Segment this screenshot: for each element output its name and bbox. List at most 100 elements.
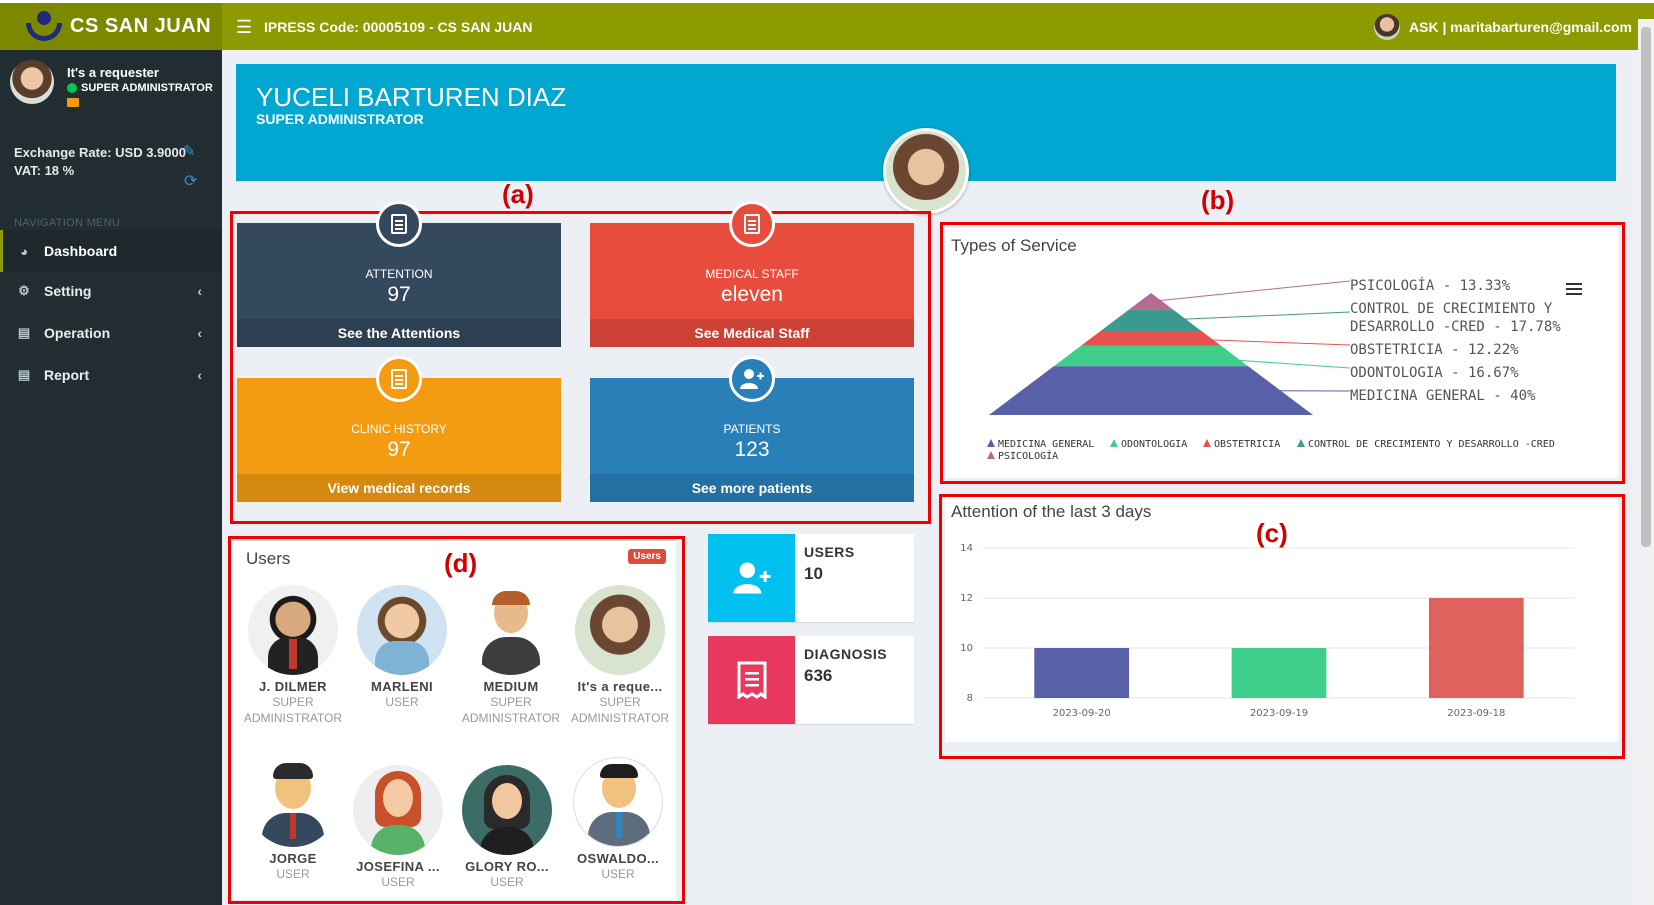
tile-patients: PATIENTS 123 See more patients bbox=[590, 356, 914, 502]
user-avatar bbox=[575, 585, 665, 675]
user-avatar bbox=[573, 757, 663, 847]
info-box-label: USERS bbox=[804, 544, 855, 560]
info-box-value: 636 bbox=[804, 666, 833, 685]
profile-avatar bbox=[883, 128, 969, 214]
tile-label: CLINIC HISTORY bbox=[351, 422, 447, 436]
edit-exchange-icon[interactable]: ✎ bbox=[183, 142, 199, 160]
annotation-label-a: (a) bbox=[502, 179, 534, 209]
see-more-patients-link[interactable]: See more patients bbox=[590, 474, 914, 502]
brand-name: CS SAN JUAN bbox=[70, 15, 212, 37]
nav-menu-header: NAVIGATION MENU bbox=[14, 217, 121, 229]
user-avatar bbox=[353, 765, 443, 855]
user-role: USER bbox=[385, 695, 419, 709]
user-name: JOSEFINA ... bbox=[356, 859, 440, 874]
top-navbar: CS SAN JUAN ☰ IPRESS Code: 00005109 - CS… bbox=[0, 0, 1654, 50]
tile-clinic-history: CLINIC HISTORY 97 View medical records bbox=[237, 356, 561, 502]
user-name: JORGE bbox=[269, 851, 317, 866]
user-name: It's a reque... bbox=[577, 679, 663, 694]
user-card[interactable]: GLORY RO... USER bbox=[452, 765, 562, 890]
chevron-left-icon: ‹ bbox=[197, 325, 202, 341]
user-role: SUPER ADMINISTRATOR bbox=[243, 695, 343, 725]
user-plus-icon bbox=[729, 356, 775, 402]
sidebar-item-dashboard[interactable]: ◕ Dashboard bbox=[0, 230, 222, 272]
tile-label: PATIENTS bbox=[723, 422, 781, 436]
page-scrollbar[interactable] bbox=[1638, 19, 1654, 905]
user-card[interactable]: It's a reque... SUPER ADMINISTRATOR bbox=[565, 585, 675, 726]
user-name: OSWALDO... bbox=[577, 851, 659, 866]
tile-label: MEDICAL STAFF bbox=[705, 267, 799, 281]
tile-value: eleven bbox=[721, 283, 783, 306]
tile-value: 97 bbox=[387, 283, 411, 306]
user-role: SUPER ADMINISTRATOR bbox=[461, 695, 561, 725]
sidebar-user-name: It's a requester bbox=[67, 65, 159, 80]
info-box-diagnosis[interactable]: DIAGNOSIS 636 bbox=[708, 636, 914, 724]
user-role: USER bbox=[381, 875, 415, 889]
receipt-icon bbox=[708, 636, 795, 724]
sidebar: It's a requester SUPER ADMINISTRATOR Exc… bbox=[0, 50, 222, 905]
exchange-rate: Exchange Rate: USD 3.9000 bbox=[14, 145, 186, 160]
tile-value: 123 bbox=[734, 438, 770, 461]
tile-attention: ATTENTION 97 See the Attentions bbox=[237, 201, 561, 347]
sidebar-item-operation[interactable]: ▤ Operation ‹ bbox=[0, 312, 222, 354]
sidebar-user-role: SUPER ADMINISTRATOR bbox=[67, 82, 213, 94]
sidebar-toggle-icon[interactable]: ☰ bbox=[236, 17, 252, 38]
vat-rate: VAT: 18 % bbox=[14, 163, 75, 178]
user-card[interactable]: MARLENI USER bbox=[347, 585, 457, 710]
role-badge-icon bbox=[67, 98, 79, 107]
sidebar-user-role-text: SUPER ADMINISTRATOR bbox=[81, 82, 213, 94]
user-avatar bbox=[466, 585, 556, 675]
tile-value: 97 bbox=[387, 438, 411, 461]
sidebar-user-panel: It's a requester SUPER ADMINISTRATOR bbox=[10, 60, 215, 115]
user-role: USER bbox=[490, 875, 524, 889]
user-name: GLORY RO... bbox=[465, 859, 549, 874]
sidebar-item-label: Operation bbox=[44, 325, 111, 341]
user-name: J. DILMER bbox=[259, 679, 327, 694]
profile-role: SUPER ADMINISTRATOR bbox=[256, 111, 424, 127]
user-avatar bbox=[248, 585, 338, 675]
brand-logo-icon bbox=[24, 8, 64, 46]
user-name: MEDIUM bbox=[483, 679, 539, 694]
sidebar-item-setting[interactable]: ⚙ Setting ‹ bbox=[0, 270, 222, 312]
tile-label: ATTENTION bbox=[365, 267, 433, 281]
briefcase-icon bbox=[729, 201, 775, 247]
user-card[interactable]: OSWALDO... USER bbox=[563, 757, 673, 882]
info-box-users[interactable]: USERS 10 bbox=[708, 534, 914, 622]
ipress-code: IPRESS Code: 00005109 - CS SAN JUAN bbox=[264, 19, 533, 35]
view-medical-records-link[interactable]: View medical records bbox=[237, 474, 561, 502]
sidebar-item-label: Report bbox=[44, 367, 90, 383]
user-menu[interactable]: ASK | maritabarturen@gmail.com bbox=[1374, 14, 1632, 40]
see-attentions-link[interactable]: See the Attentions bbox=[237, 319, 561, 347]
sidebar-item-label: Setting bbox=[44, 283, 92, 299]
scrollbar-thumb[interactable] bbox=[1641, 27, 1651, 547]
user-menu-label: ASK | maritabarturen@gmail.com bbox=[1409, 19, 1632, 35]
user-card[interactable]: JORGE USER bbox=[238, 757, 348, 882]
user-avatar bbox=[462, 765, 552, 855]
sidebar-item-report[interactable]: ▤ Report ‹ bbox=[0, 354, 222, 396]
user-card[interactable]: JOSEFINA ... USER bbox=[343, 765, 453, 890]
see-medical-staff-link[interactable]: See Medical Staff bbox=[590, 319, 914, 347]
user-name: MARLENI bbox=[370, 679, 434, 694]
user-card[interactable]: J. DILMER SUPER ADMINISTRATOR bbox=[238, 585, 348, 726]
chevron-left-icon: ‹ bbox=[197, 283, 202, 299]
tile-medical-staff: MEDICAL STAFF eleven See Medical Staff bbox=[590, 201, 914, 347]
profile-name: YUCELI BARTUREN DIAZ bbox=[256, 82, 567, 112]
refresh-icon[interactable]: ⟳ bbox=[184, 171, 197, 191]
sidebar-avatar bbox=[10, 60, 54, 104]
user-role: SUPER ADMINISTRATOR bbox=[570, 695, 670, 725]
brand-logo-link[interactable]: CS SAN JUAN bbox=[0, 3, 222, 50]
chevron-left-icon: ‹ bbox=[197, 367, 202, 383]
user-role: USER bbox=[601, 867, 635, 881]
info-box-label: DIAGNOSIS bbox=[804, 646, 888, 662]
clipboard-icon bbox=[376, 356, 422, 402]
user-card[interactable]: MEDIUM SUPER ADMINISTRATOR bbox=[456, 585, 566, 726]
receipt-icon bbox=[376, 201, 422, 247]
book-icon: ▤ bbox=[17, 367, 31, 382]
cogs-icon: ⚙ bbox=[18, 283, 30, 298]
user-avatar bbox=[248, 757, 338, 847]
exchange-info: Exchange Rate: USD 3.9000 VAT: 18 % bbox=[14, 144, 186, 180]
user-avatar-small bbox=[1374, 14, 1401, 40]
annotation-label-b: (b) bbox=[1201, 185, 1235, 215]
book-icon: ▤ bbox=[17, 325, 31, 340]
user-plus-icon bbox=[708, 534, 795, 622]
info-box-value: 10 bbox=[804, 564, 823, 583]
